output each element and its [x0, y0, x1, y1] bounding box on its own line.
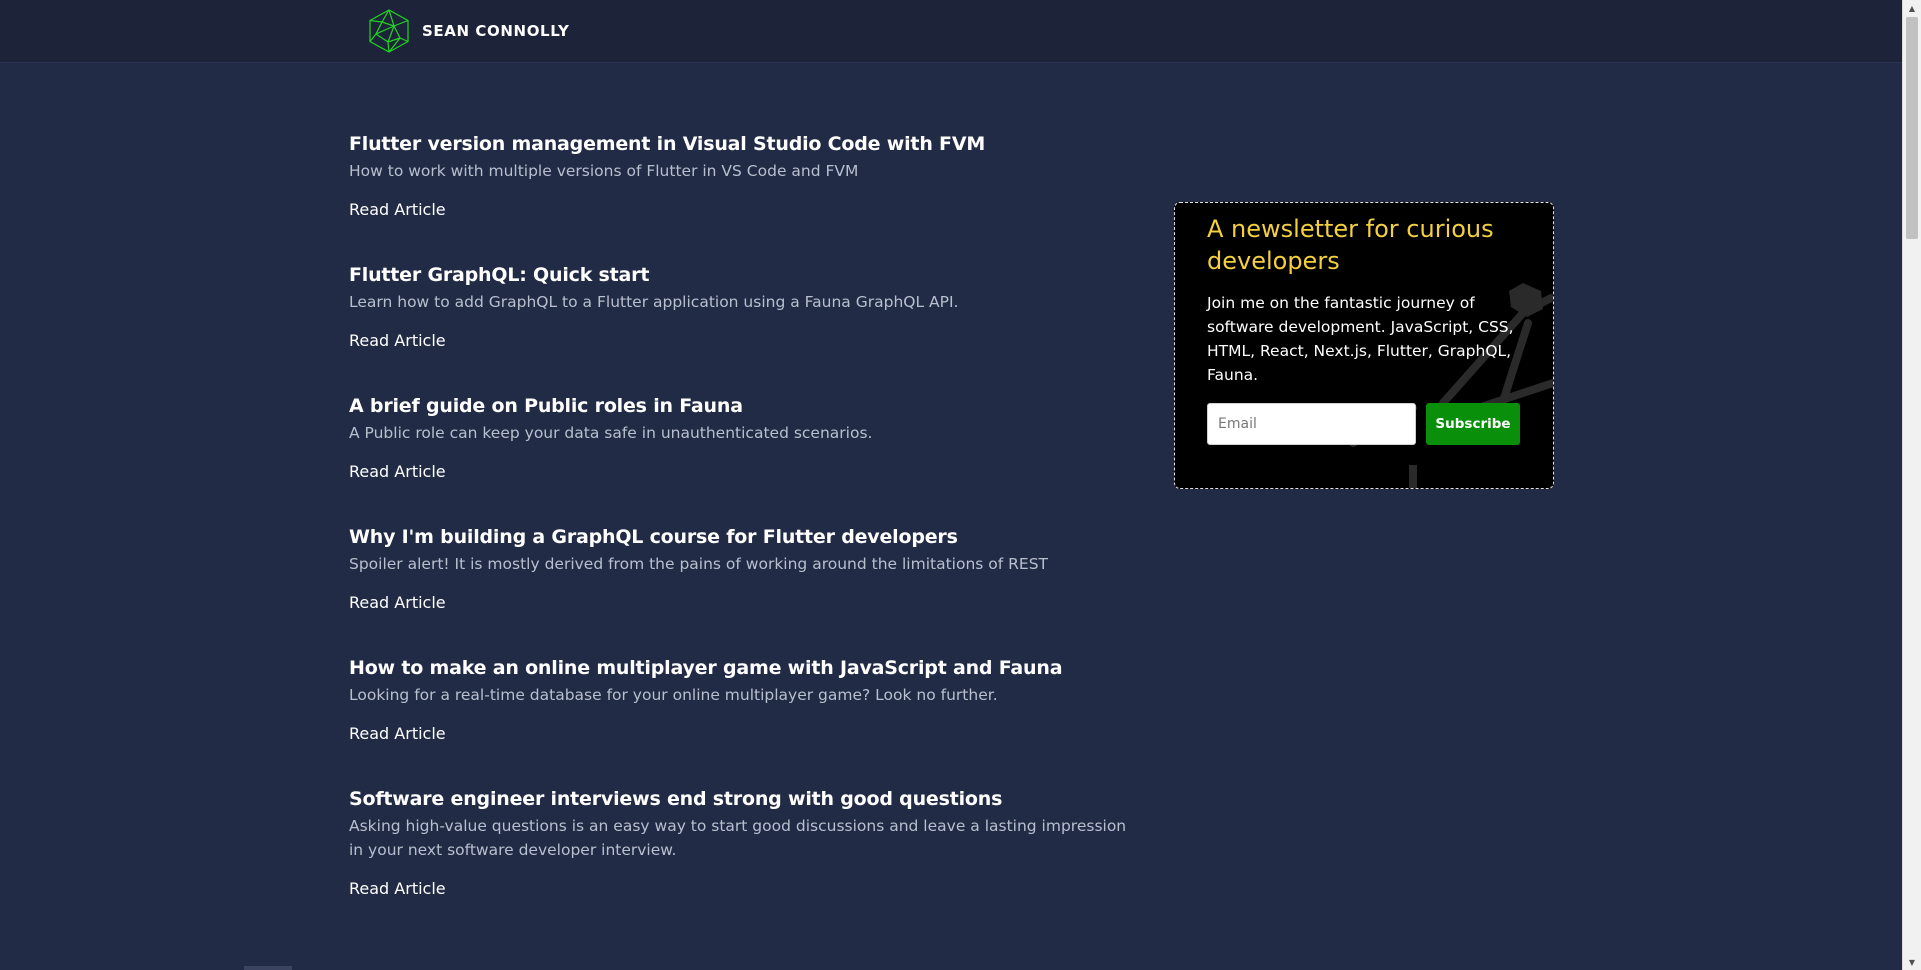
- subscribe-button[interactable]: Subscribe: [1426, 403, 1520, 445]
- article-item: How to make an online multiplayer game w…: [349, 655, 1139, 745]
- scroll-down-arrow-icon[interactable]: ▼: [1903, 954, 1921, 970]
- article-item: Flutter GraphQL: Quick start Learn how t…: [349, 262, 1139, 352]
- article-list: Flutter version management in Visual Stu…: [349, 131, 1139, 941]
- article-title: A brief guide on Public roles in Fauna: [349, 395, 743, 417]
- newsletter-form: Subscribe: [1207, 403, 1521, 445]
- site-header: SEAN CONNOLLY: [0, 0, 1902, 63]
- article-item: A brief guide on Public roles in Fauna A…: [349, 393, 1139, 483]
- read-article-link[interactable]: Read Article: [349, 592, 446, 614]
- article-description: Learn how to add GraphQL to a Flutter ap…: [349, 293, 959, 311]
- read-article-link[interactable]: Read Article: [349, 461, 446, 483]
- scroll-up-arrow-icon[interactable]: ▲: [1903, 0, 1921, 16]
- article-title: How to make an online multiplayer game w…: [349, 657, 1063, 679]
- article-description: How to work with multiple versions of Fl…: [349, 162, 859, 180]
- article-title: Why I'm building a GraphQL course for Fl…: [349, 526, 958, 548]
- newsletter-title: A newsletter for curious developers: [1207, 215, 1494, 275]
- article-description: A Public role can keep your data safe in…: [349, 424, 873, 442]
- brand-name: SEAN CONNOLLY: [422, 22, 570, 40]
- article-item: Flutter version management in Visual Stu…: [349, 131, 1139, 221]
- read-article-link[interactable]: Read Article: [349, 199, 446, 221]
- vertical-scrollbar[interactable]: ▲ ▼: [1902, 0, 1921, 970]
- article-title: Flutter GraphQL: Quick start: [349, 264, 650, 286]
- article-description: Looking for a real-time database for you…: [349, 686, 998, 704]
- hexagon-network-logo-icon: [369, 9, 409, 53]
- read-article-link[interactable]: Read Article: [349, 878, 446, 900]
- home-link[interactable]: SEAN CONNOLLY: [366, 8, 570, 54]
- read-article-link[interactable]: Read Article: [349, 723, 446, 745]
- article-item: Why I'm building a GraphQL course for Fl…: [349, 524, 1139, 614]
- article-item: Software engineer interviews end strong …: [349, 786, 1139, 900]
- page-footer-edge: [244, 966, 292, 970]
- newsletter-description: Join me on the fantastic journey of soft…: [1207, 294, 1514, 384]
- email-input[interactable]: [1207, 403, 1416, 445]
- article-title: Flutter version management in Visual Stu…: [349, 133, 986, 155]
- article-description: Spoiler alert! It is mostly derived from…: [349, 555, 1049, 573]
- article-title: Software engineer interviews end strong …: [349, 788, 1003, 810]
- article-description: Asking high-value questions is an easy w…: [349, 817, 1127, 859]
- read-article-link[interactable]: Read Article: [349, 330, 446, 352]
- newsletter-card: A newsletter for curious developers Join…: [1174, 202, 1554, 489]
- scrollbar-thumb[interactable]: [1906, 17, 1918, 239]
